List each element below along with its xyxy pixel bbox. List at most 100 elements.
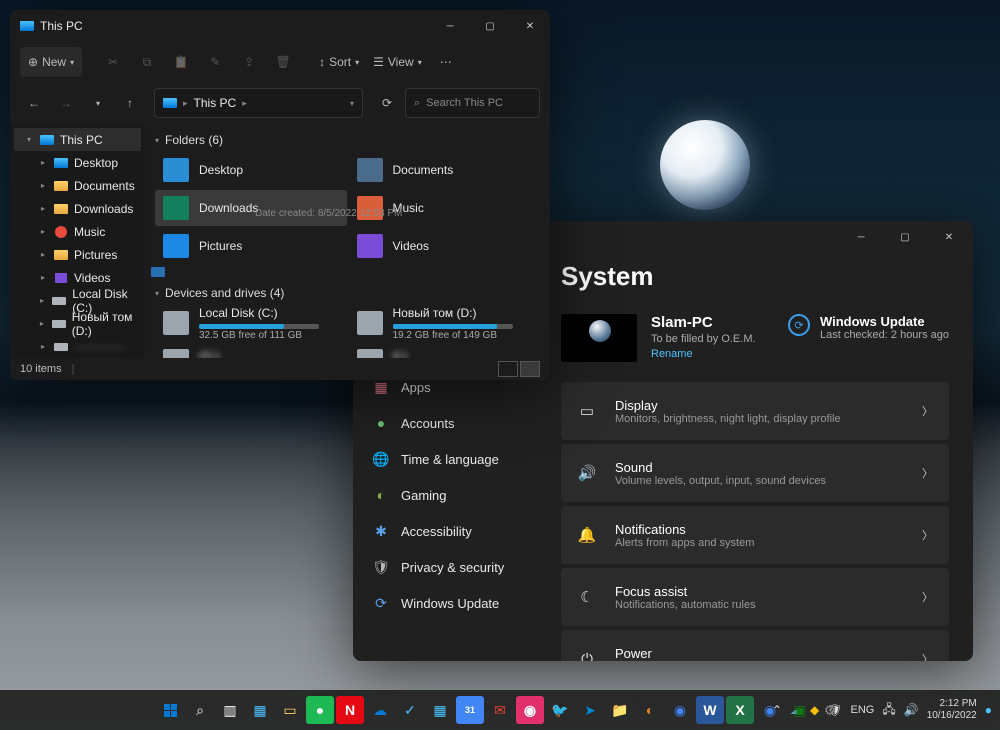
tree-icon [40, 134, 54, 145]
nav-icon: ● [373, 415, 389, 431]
expand-icon[interactable]: ▸ [38, 273, 48, 282]
up-button[interactable]: ↑ [116, 89, 144, 117]
tree-item[interactable]: ▾ This PC [14, 128, 141, 151]
tree-item[interactable]: ▸ Pictures [14, 243, 141, 266]
taskbar-photos[interactable]: ▦ [426, 696, 454, 724]
close-button[interactable]: ✕ [929, 223, 969, 251]
expand-icon[interactable]: ▸ [38, 250, 48, 259]
minimize-button[interactable]: ─ [430, 12, 470, 40]
network-icon[interactable]: 🖧 [882, 700, 895, 721]
tile-sound[interactable]: 🔊 SoundVolume levels, output, input, sou… [561, 444, 949, 502]
expand-icon[interactable]: ▸ [38, 158, 48, 167]
expand-icon[interactable]: ▸ [38, 319, 46, 328]
sidebar-item-windows-update[interactable]: ⟳ Windows Update [361, 585, 535, 621]
taskbar-task[interactable]: ▥ [216, 696, 244, 724]
tree-icon [52, 295, 66, 306]
expand-icon[interactable]: ▸ [38, 227, 48, 236]
taskbar-chrome[interactable]: ◉ [666, 696, 694, 724]
tree-item[interactable]: ▸ Desktop [14, 151, 141, 174]
tree-icon [54, 180, 68, 191]
view-details-button[interactable] [498, 361, 518, 377]
tree-item[interactable]: ▸ Новый том (D:) [14, 312, 141, 335]
new-button[interactable]: ⊕ New ▾ [20, 47, 82, 77]
taskbar-cal[interactable]: 31 [456, 696, 484, 724]
view-button[interactable]: ☰ View ▾ [368, 47, 427, 77]
search-input[interactable]: ⌕ Search This PC [405, 88, 540, 118]
taskbar-twitter[interactable]: 🐦 [546, 696, 574, 724]
sidebar-item-time-language[interactable]: 🌐 Time & language [361, 441, 535, 477]
taskbar-word[interactable]: W [696, 696, 724, 724]
notifications-icon[interactable]: ● [985, 703, 992, 717]
volume-icon[interactable]: 🔊 [904, 703, 919, 717]
sidebar-item-accounts[interactable]: ● Accounts [361, 405, 535, 441]
address-bar[interactable]: ▸ This PC ▸ ▾ [154, 88, 363, 118]
taskbar-xbox[interactable]: ▣ [786, 696, 814, 724]
forward-button: → [52, 89, 80, 117]
sort-button[interactable]: ↕ Sort ▾ [314, 47, 364, 77]
tile-notifications[interactable]: 🔔 NotificationsAlerts from apps and syst… [561, 506, 949, 564]
tree-item[interactable]: ▸ Music [14, 220, 141, 243]
minimize-button[interactable]: ─ [841, 223, 881, 251]
folder-icon [357, 234, 383, 258]
chevron-right-icon: 〉 [922, 527, 933, 543]
view-icons-button[interactable] [520, 361, 540, 377]
back-button[interactable]: ← [20, 89, 48, 117]
taskbar-telegram[interactable]: ➤ [576, 696, 604, 724]
folder-icon [163, 158, 189, 182]
taskbar-insta[interactable]: ◉ [516, 696, 544, 724]
folder-desktop[interactable]: Desktop [155, 152, 347, 188]
taskbar-files[interactable]: ▭ [276, 696, 304, 724]
tile-display[interactable]: ▭ DisplayMonitors, brightness, night lig… [561, 382, 949, 440]
explorer-tab: This PC [10, 10, 91, 42]
drive-icon [163, 349, 189, 358]
recent-button[interactable]: ▾ [84, 89, 112, 117]
windows-update-title[interactable]: Windows Update [820, 314, 949, 329]
taskbar-edge[interactable]: ◐ [636, 696, 664, 724]
folder-videos[interactable]: Videos [349, 228, 541, 264]
taskbar-spotify[interactable]: ● [306, 696, 334, 724]
expand-icon[interactable]: ▸ [38, 342, 48, 351]
taskbar-widgets[interactable]: ▦ [246, 696, 274, 724]
start-button[interactable] [156, 696, 184, 724]
clock[interactable]: 2:12 PM 10/16/2022 [927, 698, 977, 722]
more-button[interactable]: ⋯ [431, 47, 461, 77]
taskbar-explorer[interactable]: 📁 [606, 696, 634, 724]
expand-icon[interactable]: ▸ [38, 204, 48, 213]
taskbar-netflix[interactable]: N [336, 696, 364, 724]
drive-item[interactable]: Local Disk (C:) 32.5 GB free of 111 GB [155, 305, 347, 341]
expand-icon[interactable]: ▸ [38, 181, 48, 190]
drive-item[interactable]: (G:) [155, 343, 347, 358]
sidebar-item-privacy-security[interactable]: 🛡 Privacy & security [361, 549, 535, 585]
taskbar-todo[interactable]: ✓ [396, 696, 424, 724]
expand-icon[interactable]: ▸ [38, 296, 46, 305]
tree-item[interactable]: ▸ ────── [14, 335, 141, 358]
drive-item[interactable]: Новый том (D:) 19.2 GB free of 149 GB [349, 305, 541, 341]
tile-focus-assist[interactable]: ☾ Focus assistNotifications, automatic r… [561, 568, 949, 626]
tree-item[interactable]: ▸ Documents [14, 174, 141, 197]
taskbar-settings[interactable]: ⚙ [816, 696, 844, 724]
taskbar-cloud[interactable]: ☁ [366, 696, 394, 724]
drive-item[interactable]: (I:) [349, 343, 541, 358]
language-indicator[interactable]: ENG [851, 704, 875, 716]
sidebar-item-accessibility[interactable]: ✱ Accessibility [361, 513, 535, 549]
tree-item[interactable]: ▸ Downloads [14, 197, 141, 220]
chevron-right-icon: 〉 [922, 465, 933, 481]
folder-documents[interactable]: Documents [349, 152, 541, 188]
refresh-button[interactable]: ⟳ [373, 89, 401, 117]
sidebar-item-gaming[interactable]: ◐ Gaming [361, 477, 535, 513]
folder-pictures[interactable]: Pictures [155, 228, 347, 264]
taskbar-excel[interactable]: X [726, 696, 754, 724]
maximize-button[interactable]: ▢ [885, 223, 925, 251]
delete-icon: 🗑 [268, 47, 298, 77]
tile-power[interactable]: ⏻ PowerSleep, battery usage, battery sav… [561, 630, 949, 661]
taskbar-mail[interactable]: ✉ [486, 696, 514, 724]
drives-header[interactable]: ▾Devices and drives (4) [155, 281, 540, 305]
rename-link[interactable]: Rename [651, 348, 756, 360]
close-button[interactable]: ✕ [510, 12, 550, 40]
expand-icon[interactable]: ▾ [24, 135, 34, 144]
maximize-button[interactable]: ▢ [470, 12, 510, 40]
taskbar-chrome2[interactable]: ◉ [756, 696, 784, 724]
explorer-titlebar[interactable]: This PC ─ ▢ ✕ [10, 10, 550, 42]
folders-header[interactable]: ▾Folders (6) [155, 128, 540, 152]
taskbar-search[interactable]: ⌕ [186, 696, 214, 724]
